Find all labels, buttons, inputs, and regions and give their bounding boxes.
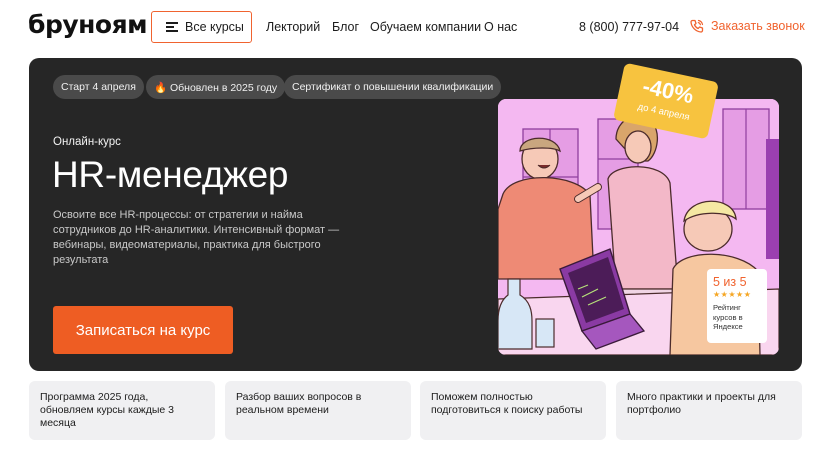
chip-updated: 🔥 Обновлен в 2025 году bbox=[146, 75, 286, 99]
chip-certificate: Сертификат о повышении квалификации bbox=[284, 75, 502, 99]
page-title: HR-менеджер bbox=[52, 154, 289, 195]
callback-label: Заказать звонок bbox=[711, 19, 805, 33]
nav-lectures[interactable]: Лекторий bbox=[266, 20, 320, 34]
rating-label: Рейтинг курсов в Яндексе bbox=[713, 303, 743, 331]
all-courses-button[interactable]: Все курсы bbox=[151, 11, 252, 43]
all-courses-label: Все курсы bbox=[185, 20, 244, 34]
course-type: Онлайн-курс bbox=[53, 136, 121, 148]
logo[interactable]: бруноям bbox=[28, 10, 148, 39]
rating-score: 5 из 5 bbox=[713, 275, 747, 289]
chip-start-date: Старт 4 апреля bbox=[53, 75, 144, 99]
feature-card-job-prep: Поможем полностью подготовиться к поиску… bbox=[420, 381, 606, 440]
nav-companies[interactable]: Обучаем компании bbox=[370, 20, 481, 34]
phone-link[interactable]: 8 (800) 777-97-04 bbox=[579, 20, 679, 34]
feature-card-practice: Много практики и проекты для портфолио bbox=[616, 381, 802, 440]
site-header: бруноям Все курсы Лекторий Блог Обучаем … bbox=[0, 0, 832, 56]
enroll-button[interactable]: Записаться на курс bbox=[53, 306, 233, 354]
phone-icon bbox=[690, 19, 704, 33]
menu-icon bbox=[166, 22, 178, 32]
callback-link[interactable]: Заказать звонок bbox=[689, 18, 805, 34]
rating-stars-icon: ★★★★★ bbox=[713, 290, 752, 299]
feature-card-live-qa: Разбор ваших вопросов в реальном времени bbox=[225, 381, 411, 440]
nav-blog[interactable]: Блог bbox=[332, 20, 359, 34]
yandex-rating-card: 5 из 5 ★★★★★ Рейтинг курсов в Яндексе bbox=[707, 269, 767, 343]
course-description: Освоите все HR-процессы: от стратегии и … bbox=[53, 209, 340, 266]
hero-illustration: 5 из 5 ★★★★★ Рейтинг курсов в Яндексе bbox=[498, 99, 779, 355]
feature-card-program: Программа 2025 года, обновляем курсы каж… bbox=[29, 381, 215, 440]
nav-about[interactable]: О нас bbox=[484, 20, 517, 34]
